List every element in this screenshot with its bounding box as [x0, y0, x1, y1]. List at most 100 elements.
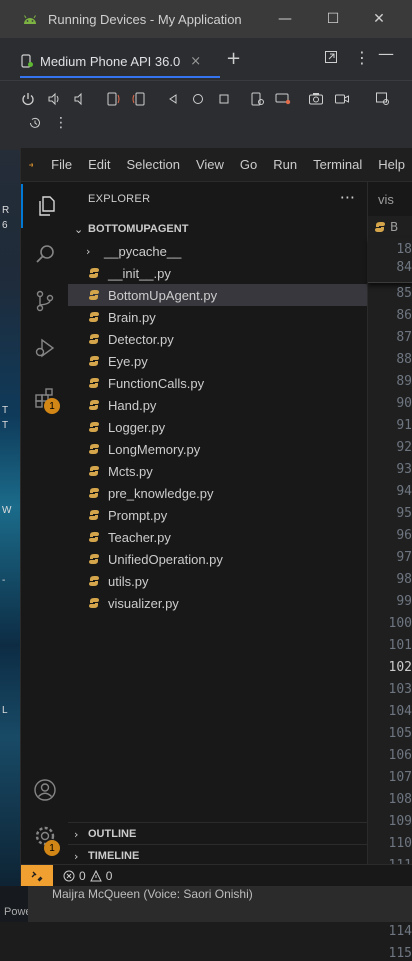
file-item[interactable]: Brain.py: [68, 306, 367, 328]
home-icon[interactable]: [189, 90, 207, 108]
remote-indicator-icon[interactable]: [21, 865, 53, 887]
line-number: 114: [388, 924, 412, 939]
overview-icon[interactable]: [215, 90, 233, 108]
more-options-icon[interactable]: ⋮: [354, 48, 370, 67]
explorer-panel: EXPLORER ··· ⌄ BOTTOMUPAGENT › __pycache_…: [68, 182, 367, 886]
line-number: 96: [396, 528, 412, 543]
menu-selection[interactable]: Selection: [118, 157, 187, 172]
file-item[interactable]: UnifiedOperation.py: [68, 548, 367, 570]
menu-run[interactable]: Run: [265, 157, 305, 172]
problems-indicator[interactable]: 0 0: [63, 869, 112, 883]
maximize-button[interactable]: ☐: [310, 0, 356, 38]
file-item[interactable]: BottomUpAgent.py: [68, 284, 367, 306]
volume-down-icon[interactable]: [70, 90, 88, 108]
file-name: BottomUpAgent.py: [108, 287, 218, 303]
file-name: UnifiedOperation.py: [108, 551, 223, 567]
chevron-down-icon: ⌄: [74, 222, 84, 236]
menu-file[interactable]: File: [43, 157, 80, 172]
volume-up-icon[interactable]: [45, 90, 63, 108]
minimize-button[interactable]: —: [262, 0, 308, 38]
file-item[interactable]: Detector.py: [68, 328, 367, 350]
file-name: LongMemory.py: [108, 441, 201, 457]
line-number: 103: [388, 682, 412, 697]
device-settings-icon[interactable]: [248, 90, 266, 108]
menu-go[interactable]: Go: [232, 157, 265, 172]
vscode-logo-icon: [29, 162, 33, 167]
layout-inspector-icon[interactable]: [374, 90, 392, 108]
vscode-window: File Edit Selection View Go Run Terminal…: [20, 148, 412, 961]
python-file-icon: [86, 309, 102, 325]
status-bar: 0 0: [21, 864, 412, 887]
line-number: 110: [388, 836, 412, 851]
file-item[interactable]: FunctionCalls.py: [68, 372, 367, 394]
hide-panel-icon[interactable]: —: [378, 44, 394, 63]
python-file-icon: [86, 375, 102, 391]
line-number: 90: [396, 396, 412, 411]
folder-item[interactable]: › __pycache__: [68, 240, 367, 262]
python-file-icon: [86, 353, 102, 369]
line-number: 101: [388, 638, 412, 653]
keyboard-icon[interactable]: [274, 90, 292, 108]
file-item[interactable]: pre_knowledge.py: [68, 482, 367, 504]
chevron-right-icon: ›: [86, 244, 91, 258]
device-tab[interactable]: Medium Phone API 36.0 ×: [20, 46, 220, 78]
file-item[interactable]: Eye.py: [68, 350, 367, 372]
file-item[interactable]: utils.py: [68, 570, 367, 592]
search-icon[interactable]: [21, 232, 68, 276]
file-item[interactable]: __init__.py: [68, 262, 367, 284]
file-item[interactable]: Hand.py: [68, 394, 367, 416]
file-item[interactable]: LongMemory.py: [68, 438, 367, 460]
file-item[interactable]: Teacher.py: [68, 526, 367, 548]
detach-icon[interactable]: [324, 50, 338, 68]
line-number: 98: [396, 572, 412, 587]
add-device-tab-button[interactable]: +: [226, 48, 241, 69]
menu-view[interactable]: View: [188, 157, 232, 172]
menu-edit[interactable]: Edit: [80, 157, 118, 172]
outline-label: OUTLINE: [88, 828, 137, 840]
device-tab-close-icon[interactable]: ×: [190, 54, 201, 69]
chevron-right-icon: ›: [74, 827, 79, 841]
line-number: 99: [396, 594, 412, 609]
explorer-icon[interactable]: [21, 184, 70, 228]
workspace-folder[interactable]: ⌄ BOTTOMUPAGENT: [68, 218, 367, 240]
python-file-icon: [86, 551, 102, 567]
run-debug-icon[interactable]: [21, 326, 68, 370]
extensions-icon[interactable]: [21, 376, 68, 420]
file-item[interactable]: Prompt.py: [68, 504, 367, 526]
source-control-icon[interactable]: [21, 279, 68, 323]
line-number: 95: [396, 506, 412, 521]
desktop-label: T: [2, 405, 9, 416]
workspace-folder-name: BOTTOMUPAGENT: [88, 223, 189, 235]
account-icon[interactable]: [21, 768, 68, 812]
screen-record-icon[interactable]: [333, 90, 351, 108]
warning-count: 0: [105, 869, 113, 883]
menu-help[interactable]: Help: [370, 157, 412, 172]
menu-terminal[interactable]: Terminal: [305, 157, 370, 172]
file-name: __pycache__: [104, 243, 182, 259]
close-button[interactable]: ✕: [356, 0, 402, 38]
file-item[interactable]: visualizer.py: [68, 592, 367, 614]
editor-tab[interactable]: vis: [368, 182, 412, 216]
line-number: 91: [396, 418, 412, 433]
python-file-icon: [86, 441, 102, 457]
explorer-more-icon[interactable]: ···: [340, 188, 355, 207]
line-number: 102: [388, 660, 412, 675]
explorer-title: EXPLORER: [88, 193, 151, 205]
explorer-header: EXPLORER ···: [68, 182, 367, 216]
file-item[interactable]: Mcts.py: [68, 460, 367, 482]
screenshot-icon[interactable]: [307, 90, 325, 108]
file-name: utils.py: [108, 573, 149, 589]
rotate-left-icon[interactable]: [104, 90, 122, 108]
breadcrumb[interactable]: B: [368, 216, 412, 238]
history-icon[interactable]: [26, 114, 44, 132]
rotate-right-icon[interactable]: [130, 90, 148, 108]
running-devices-titlebar: Running Devices - My Application — ☐ ✕: [0, 0, 412, 38]
back-icon[interactable]: [164, 90, 182, 108]
file-name: Eye.py: [108, 353, 148, 369]
power-icon[interactable]: [19, 90, 37, 108]
file-item[interactable]: Logger.py: [68, 416, 367, 438]
line-number: 108: [388, 792, 412, 807]
toolbar-more-icon[interactable]: ⋮: [52, 114, 70, 132]
file-tree: › __pycache__ __init__.py BottomUpAgent.py B…: [68, 240, 367, 614]
outline-section[interactable]: › OUTLINE: [68, 822, 367, 845]
